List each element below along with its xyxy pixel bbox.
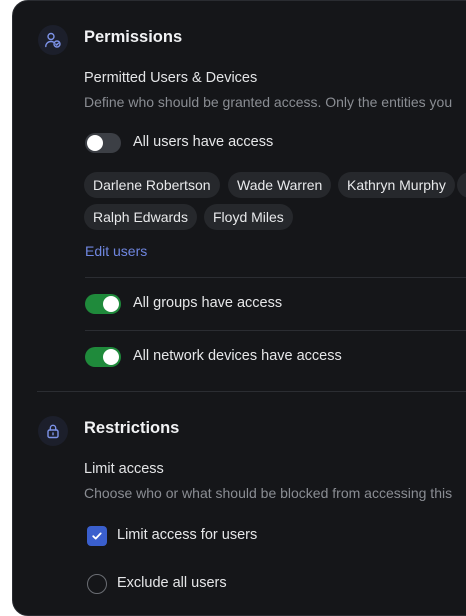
exclude-users-radio[interactable]	[87, 574, 107, 594]
permissions-title: Permissions	[84, 28, 183, 46]
limit-users-checkbox[interactable]	[87, 526, 107, 546]
restrictions-title: Restrictions	[84, 419, 180, 437]
limit-access-subtitle: Limit access	[84, 461, 164, 477]
divider	[85, 330, 466, 331]
divider	[85, 277, 466, 278]
user-chip[interactable]	[457, 172, 466, 198]
all-users-toggle[interactable]	[85, 133, 121, 153]
all-users-label: All users have access	[133, 134, 274, 150]
settings-panel: Permissions Permitted Users & Devices De…	[12, 0, 466, 616]
permitted-users-subtitle: Permitted Users & Devices	[84, 70, 258, 86]
all-groups-toggle[interactable]	[85, 294, 121, 314]
section-divider	[37, 391, 466, 392]
permitted-users-description: Define who should be granted access. Onl…	[84, 94, 453, 110]
checkmark-icon	[92, 532, 102, 540]
all-devices-toggle[interactable]	[85, 347, 121, 367]
all-groups-label: All groups have access	[133, 295, 283, 311]
exclude-users-label: Exclude all users	[117, 575, 227, 591]
user-chip[interactable]: Darlene Robertson	[84, 172, 220, 198]
user-chip[interactable]: Ralph Edwards	[84, 204, 197, 230]
limit-access-description: Choose who or what should be blocked fro…	[84, 485, 453, 501]
toggle-knob	[87, 135, 103, 151]
user-check-icon	[38, 25, 68, 55]
lock-icon	[38, 416, 68, 446]
toggle-knob	[103, 296, 119, 312]
limit-users-label: Limit access for users	[117, 527, 258, 543]
toggle-knob	[103, 349, 119, 365]
user-chip[interactable]: Wade Warren	[228, 172, 332, 198]
all-devices-label: All network devices have access	[133, 348, 342, 364]
user-chip[interactable]: Kathryn Murphy	[338, 172, 455, 198]
user-chip[interactable]: Floyd Miles	[204, 204, 293, 230]
edit-users-link[interactable]: Edit users	[85, 243, 147, 259]
